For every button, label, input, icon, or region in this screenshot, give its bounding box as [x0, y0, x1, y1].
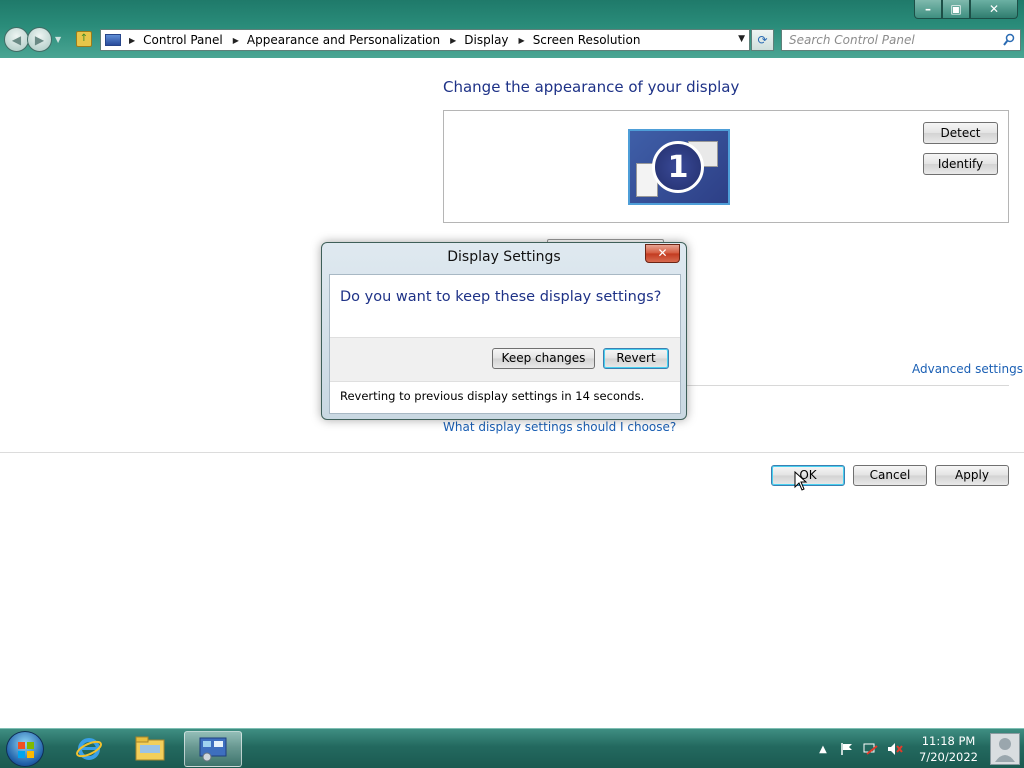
- breadcrumb-label[interactable]: Screen Resolution: [533, 33, 641, 47]
- maximize-button[interactable]: ▣: [942, 0, 970, 19]
- mouse-cursor-icon: [794, 471, 808, 491]
- network-icon[interactable]: [863, 741, 879, 757]
- ok-button[interactable]: OK: [771, 465, 845, 486]
- system-tray: ▲ 11:18 PM 7/20/2022: [815, 729, 988, 768]
- action-center-flag-icon[interactable]: [839, 741, 855, 757]
- monitor-1-icon[interactable]: 1: [628, 129, 730, 205]
- search-input[interactable]: Search Control Panel: [781, 29, 1021, 51]
- control-panel-icon: [199, 737, 227, 762]
- refresh-button[interactable]: ⟳: [751, 29, 774, 51]
- clock-date: 7/20/2022: [919, 750, 978, 764]
- dialog-button-bar: Keep changes Revert: [330, 337, 680, 382]
- window-controls: – ▣ ✕: [914, 0, 1018, 20]
- taskbar-internet-explorer[interactable]: [60, 731, 118, 767]
- display-settings-help-link[interactable]: What display settings should I choose?: [443, 420, 676, 434]
- breadcrumb-arrow-icon[interactable]: ▶: [519, 36, 525, 45]
- recent-pages-dropdown-icon[interactable]: ▼: [55, 35, 61, 44]
- breadcrumb-arrow-icon[interactable]: ▶: [233, 36, 239, 45]
- back-arrow-icon: ◀: [11, 32, 22, 47]
- control-panel-icon: [105, 34, 121, 46]
- apply-button[interactable]: Apply: [935, 465, 1009, 486]
- breadcrumb-screen-resolution[interactable]: ▶ Screen Resolution: [519, 33, 651, 47]
- minimize-button[interactable]: –: [914, 0, 942, 19]
- advanced-settings-link[interactable]: Advanced settings: [912, 362, 1023, 376]
- breadcrumb-control-panel[interactable]: ▶ Control Panel: [129, 33, 233, 47]
- clock-time: 11:18 PM: [921, 734, 976, 748]
- volume-muted-icon[interactable]: [887, 741, 903, 757]
- search-placeholder: Search Control Panel: [789, 33, 915, 47]
- forward-arrow-icon: ▶: [34, 32, 45, 47]
- up-folder-icon[interactable]: ↑: [76, 31, 92, 47]
- breadcrumb-arrow-icon[interactable]: ▶: [450, 36, 456, 45]
- breadcrumb-display[interactable]: ▶ Display: [450, 33, 518, 47]
- taskbar-clock[interactable]: 11:18 PM 7/20/2022: [919, 733, 978, 765]
- taskbar-control-panel[interactable]: [184, 731, 242, 767]
- refresh-icon: ⟳: [757, 33, 768, 47]
- taskbar: ▲ 11:18 PM 7/20/2022: [0, 728, 1024, 768]
- start-button[interactable]: [6, 731, 44, 767]
- revert-button[interactable]: Revert: [603, 348, 669, 369]
- cancel-button[interactable]: Cancel: [853, 465, 927, 486]
- identify-button[interactable]: Identify: [923, 153, 998, 175]
- dialog-question: Do you want to keep these display settin…: [340, 289, 662, 305]
- internet-explorer-icon: [76, 738, 102, 760]
- detect-button[interactable]: Detect: [923, 122, 998, 144]
- search-icon[interactable]: [1003, 33, 1015, 47]
- dialog-close-button[interactable]: ✕: [645, 244, 680, 263]
- breadcrumb-label[interactable]: Display: [464, 33, 508, 47]
- back-button[interactable]: ◀: [4, 27, 29, 52]
- window-titlebar: – ▣ ✕ ◀ ▶ ▼ ↑ ▶ Control Panel ▶ Appearan…: [0, 0, 1024, 58]
- monitor-arrangement-panel: 1 Detect Identify: [443, 110, 1009, 223]
- address-bar[interactable]: ▶ Control Panel ▶ Appearance and Persona…: [100, 29, 750, 51]
- page-title: Change the appearance of your display: [443, 78, 740, 96]
- keep-changes-button[interactable]: Keep changes: [492, 348, 595, 369]
- taskbar-windows-explorer[interactable]: [121, 731, 179, 767]
- address-dropdown-icon[interactable]: ▼: [738, 34, 745, 44]
- dialog-body: Do you want to keep these display settin…: [329, 274, 681, 414]
- display-settings-dialog: Display Settings ✕ Do you want to keep t…: [321, 242, 687, 420]
- breadcrumb-appearance[interactable]: ▶ Appearance and Personalization: [233, 33, 450, 47]
- dialog-title: Display Settings: [447, 249, 561, 265]
- windows-logo-icon: [18, 742, 34, 758]
- revert-countdown-text: Reverting to previous display settings i…: [340, 389, 645, 403]
- divider: [0, 452, 1024, 453]
- monitor-number: 1: [652, 141, 704, 193]
- folder-icon: [135, 736, 165, 761]
- show-desktop-user-icon[interactable]: [990, 733, 1020, 765]
- navigation-buttons: ◀ ▶ ▼: [4, 27, 61, 52]
- breadcrumb-label[interactable]: Control Panel: [143, 33, 223, 47]
- breadcrumb-label[interactable]: Appearance and Personalization: [247, 33, 440, 47]
- forward-button[interactable]: ▶: [27, 27, 52, 52]
- close-button[interactable]: ✕: [970, 0, 1018, 19]
- show-hidden-icons-icon[interactable]: ▲: [815, 741, 831, 757]
- breadcrumb-arrow-icon[interactable]: ▶: [129, 36, 135, 45]
